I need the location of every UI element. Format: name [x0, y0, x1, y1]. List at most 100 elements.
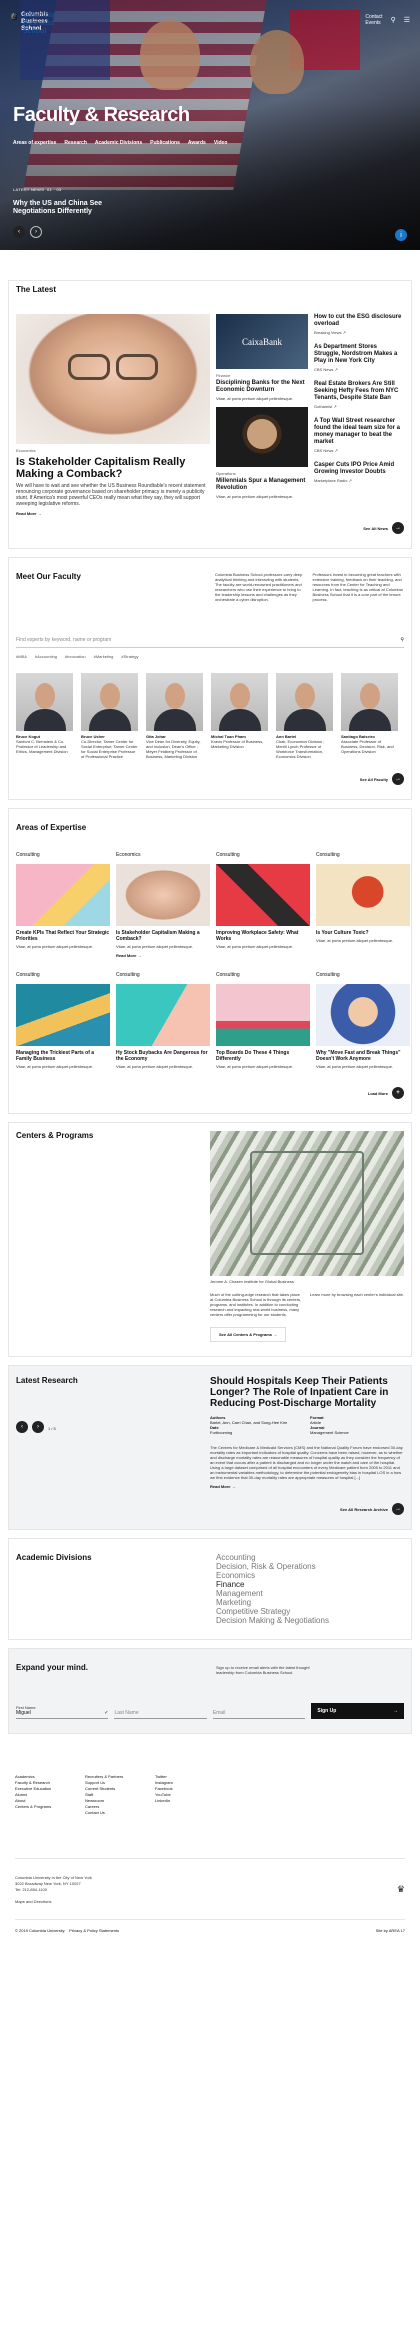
info-icon[interactable]: i — [395, 229, 407, 241]
division-link[interactable]: Marketing — [216, 1598, 329, 1607]
tag[interactable]: #MBA — [16, 654, 27, 659]
read-more-link[interactable]: Read More → — [210, 1484, 404, 1489]
see-all-faculty-button[interactable]: See All Faculty → — [16, 773, 404, 785]
external-link-icon: ↗ — [348, 478, 352, 483]
area-card[interactable]: Consulting Is Your Culture Toxic? Vitae, a… — [316, 852, 410, 958]
area-card[interactable]: Consulting Create KPIs That Reflect Your … — [16, 852, 110, 958]
news-title[interactable]: How to cut the ESG disclosure overload — [314, 314, 404, 328]
crown-icon: ♛ — [396, 1883, 405, 1894]
read-more-link[interactable]: Read More → — [116, 953, 210, 958]
see-all-news-button[interactable]: See All News → — [16, 522, 404, 534]
maps-link[interactable]: Maps and Directions — [15, 1899, 92, 1905]
tag[interactable]: #Innovation — [65, 654, 86, 659]
faculty-card[interactable]: Santiago Balseiro Associate Professor of … — [341, 673, 398, 759]
last-name-field[interactable]: Last Name — [114, 1710, 207, 1719]
area-card[interactable]: Consulting Why "Move Fast and Break Thing… — [316, 972, 410, 1069]
tag[interactable]: #Accounting — [35, 654, 57, 659]
area-card[interactable]: Consulting Improving Workplace Safety: Wh… — [216, 852, 310, 958]
external-link-icon: ↗ — [333, 404, 337, 409]
article-sub: Vitae, at porta pretium aliquet pellente… — [216, 494, 294, 499]
first-name-field[interactable]: Miguel — [16, 1710, 31, 1716]
footer-logo[interactable]: ♛ Columbia Business School — [10, 12, 204, 36]
prev-arrow-icon[interactable]: ‹ — [16, 1421, 28, 1433]
tag[interactable]: #Strategy — [121, 654, 138, 659]
research-body: The Centers for Medicare & Medicaid Serv… — [210, 1445, 403, 1480]
division-link[interactable]: Management — [216, 1589, 329, 1598]
search-icon[interactable]: ⚲ — [400, 637, 404, 643]
see-all-centers-button[interactable]: See All Centers & Programs → — [210, 1327, 287, 1342]
featured-image[interactable] — [16, 314, 210, 444]
division-link[interactable]: Competitive Strategy — [216, 1607, 329, 1616]
privacy-link[interactable]: Privacy & Policy Statements — [69, 1928, 119, 1933]
footer-link[interactable]: Contact Us — [85, 1810, 145, 1816]
area-image — [116, 864, 210, 926]
subnav-item[interactable]: Areas of expertise — [13, 140, 56, 146]
article-title[interactable]: Millennials Spur a Management Revolution — [216, 478, 308, 492]
search-icon[interactable]: ⚲ — [391, 16, 396, 24]
faculty-card[interactable]: Michal Tuan Pham Kravis Professor of Busi… — [211, 673, 268, 759]
area-card[interactable]: Consulting Top Boards Do These 4 Things D… — [216, 972, 310, 1069]
subnav-item[interactable]: Awards — [188, 140, 206, 146]
featured-title[interactable]: Is Stakeholder Capitalism Really Making … — [16, 456, 210, 480]
area-image — [16, 984, 110, 1046]
faculty-card[interactable]: Bruce Usher Co-Director, Tamer Center for… — [81, 673, 138, 759]
faculty-card[interactable]: Bruce Kogut Sanford C. Bernstein & Co. Pr… — [16, 673, 73, 759]
faculty-photo — [211, 673, 268, 731]
next-arrow-icon[interactable]: › — [32, 1421, 44, 1433]
faculty-desc: Professors invest in becoming great teac… — [312, 572, 403, 602]
area-sub: Vitae, at porta pretium aliquet pellente… — [316, 1064, 394, 1069]
load-more-button[interactable]: Load More + — [16, 1087, 404, 1099]
article-category: Finance — [216, 373, 231, 378]
events-link[interactable]: Events — [365, 20, 380, 26]
credit-link[interactable]: Site by AREA 17 — [376, 1928, 405, 1933]
division-link[interactable]: Finance — [216, 1580, 329, 1589]
article-title[interactable]: Disciplining Banks for the Next Economic… — [216, 380, 308, 394]
menu-icon[interactable]: ☰ — [404, 16, 410, 24]
prev-arrow-icon[interactable]: ‹ — [13, 226, 25, 238]
subnav-item[interactable]: Academic Divisions — [95, 140, 142, 146]
email-field[interactable]: Email — [212, 1710, 306, 1719]
faculty-card[interactable]: Ann Bartel Chair, Economics Division ; Me… — [276, 673, 333, 759]
subnav-item[interactable]: Research — [64, 140, 87, 146]
social-link[interactable]: LinkedIn — [155, 1798, 205, 1804]
bank-image[interactable]: CaixaBank — [216, 314, 308, 369]
news-title[interactable]: As Department Stores Struggle, Nordstrom… — [314, 344, 404, 365]
area-card[interactable]: Consulting Managing the Trickiest Parts o… — [16, 972, 110, 1069]
center-image[interactable] — [210, 1131, 404, 1276]
read-more-link[interactable]: Read More → — [16, 511, 210, 516]
article-sub: Vitae, at porta pretium aliquet pellente… — [216, 396, 294, 401]
area-image — [316, 864, 410, 926]
external-link-icon: ↗ — [342, 330, 346, 335]
division-link[interactable]: Decision, Risk & Operations — [216, 1562, 329, 1571]
faculty-photo — [16, 673, 73, 731]
address-line: Tel: 212-854-1100 — [15, 1887, 47, 1892]
news-title[interactable]: Casper Cuts IPO Price Amid Growing Inves… — [314, 462, 404, 476]
area-category: Consulting — [16, 852, 40, 858]
hero-headline[interactable]: Why the US and China See Negotiations Di… — [13, 200, 123, 216]
news-title[interactable]: A Top Wall Street researcher found the i… — [314, 418, 404, 446]
division-link[interactable]: Economics — [216, 1571, 329, 1580]
area-category: Consulting — [316, 852, 340, 858]
arrow-right-icon: → — [37, 511, 42, 516]
subnav-item[interactable]: Publications — [150, 140, 180, 146]
division-link[interactable]: Accounting — [216, 1553, 329, 1562]
subnav-item[interactable]: Video — [214, 140, 228, 146]
faculty-card[interactable]: Gita Johar Vice Dean for Diversity, Equit… — [146, 673, 203, 759]
see-all-research-button[interactable]: See All Research Archive → — [16, 1503, 404, 1515]
sub-nav: Areas of expertise Research Academic Div… — [13, 140, 227, 146]
tag[interactable]: #Marketing — [94, 654, 114, 659]
area-card[interactable]: Consulting Hy Stock Buybacks Are Dangerou… — [116, 972, 210, 1069]
section-title: The Latest — [16, 285, 57, 294]
next-arrow-icon[interactable]: › — [30, 226, 42, 238]
footer-link[interactable]: Centers & Programs — [15, 1804, 75, 1810]
search-input[interactable]: Find experts by keyword, name or program — [16, 637, 111, 643]
top-nav: Contact Events ⚲ ☰ — [365, 14, 410, 26]
faculty-search[interactable]: Find experts by keyword, name or program… — [16, 637, 404, 648]
area-card[interactable]: Economics Is Stakeholder Capitalism Makin… — [116, 852, 210, 958]
news-title[interactable]: Real Estate Brokers Are Still Seeking He… — [314, 381, 404, 402]
portrait-image[interactable] — [216, 407, 308, 467]
research-headline[interactable]: Should Hospitals Keep Their Patients Lon… — [210, 1376, 404, 1409]
division-link[interactable]: Decision Making & Negotiations — [216, 1616, 329, 1625]
divisions-section: Academic Divisions Accounting Decision, … — [8, 1538, 412, 1640]
sign-up-button[interactable]: Sign Up → — [311, 1703, 404, 1719]
